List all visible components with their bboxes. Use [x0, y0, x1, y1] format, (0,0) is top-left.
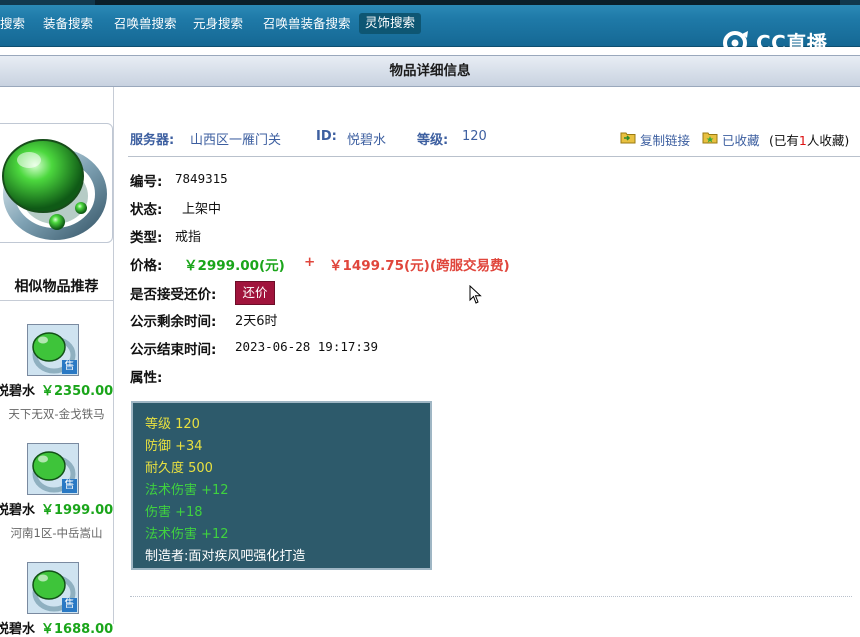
similar-item-icon[interactable]: 售	[27, 324, 79, 376]
similar-item-icon[interactable]: 售	[27, 443, 79, 495]
jade-ring-icon	[2, 139, 107, 240]
server-value: 山西区一雁门关	[190, 133, 282, 148]
attributes-box: 等级 120 防御 +34 耐久度 500 法术伤害 +12 伤害 +18 法术…	[131, 401, 432, 570]
id-value: 悦碧水	[347, 133, 387, 148]
nav-search[interactable]: 搜索	[0, 14, 25, 34]
section-title: 物品详细信息	[0, 55, 860, 87]
mouse-cursor-icon	[469, 285, 482, 304]
end-time-label: 公示结束时间:	[130, 342, 217, 358]
fav-number: 1	[798, 133, 807, 148]
for-sale-badge: 售	[62, 598, 77, 612]
similar-item-price: ￥2350.00	[41, 384, 114, 399]
nav-summon-equipment-search[interactable]: 召唤兽装备搜索	[263, 14, 351, 34]
top-nav-bar: 搜索 装备搜索 召唤兽搜索 元身搜索 召唤兽装备搜索 灵饰搜索 CC直播	[0, 0, 860, 55]
for-sale-badge: 售	[62, 360, 77, 374]
nav-equipment-search[interactable]: 装备搜索	[43, 14, 93, 34]
similar-separator	[0, 300, 113, 301]
copy-link[interactable]: 复制链接	[640, 130, 690, 149]
nav-accessory-search[interactable]: 灵饰搜索	[359, 13, 422, 34]
bargain-button[interactable]: 还价	[235, 281, 275, 305]
top-strip-dark	[95, 0, 840, 5]
attr-line: 等级 120	[145, 417, 200, 432]
price-label: 价格:	[130, 258, 163, 274]
server-label: 服务器:	[130, 133, 175, 148]
copy-link-icon[interactable]	[620, 130, 636, 144]
number-value: 7849315	[175, 171, 228, 186]
attr-line: 法术伤害 +12	[145, 527, 229, 542]
attr-line: 制造者:面对疾风吧强化打造	[145, 549, 306, 564]
nav-summon-search[interactable]: 召唤兽搜索	[114, 14, 177, 34]
top-strip	[0, 0, 860, 5]
attr-line: 防御 +34	[145, 439, 203, 454]
remaining-time-label: 公示剩余时间:	[130, 314, 217, 330]
type-label: 类型:	[130, 230, 163, 246]
type-value: 戒指	[175, 230, 202, 245]
end-time-value: 2023-06-28 19:17:39	[235, 339, 378, 354]
fav-prefix: (已有	[769, 133, 799, 148]
similar-item-icon[interactable]: 售	[27, 562, 79, 614]
price-cross-server-fee: ￥1499.75(元)(跨服交易费)	[329, 258, 510, 274]
price-plus: +	[304, 254, 316, 270]
bargain-label: 是否接受还价:	[130, 287, 217, 303]
for-sale-badge: 售	[62, 479, 77, 493]
cc-logo-icon	[723, 31, 748, 55]
similar-item-name[interactable]: 悦碧水	[0, 618, 35, 637]
item-image	[0, 123, 113, 243]
level-label: 等级:	[417, 133, 449, 148]
header-divider	[128, 156, 860, 157]
remaining-time-value: 2天6时	[235, 314, 278, 329]
bottom-divider	[130, 596, 852, 597]
attributes-label: 属性:	[130, 370, 163, 386]
fav-suffix: 人收藏)	[806, 133, 850, 148]
price-main: ￥2999.00(元)	[184, 258, 285, 274]
similar-item-name[interactable]: 悦碧水	[0, 380, 35, 399]
similar-item-server: 河南1区-中岳嵩山	[10, 526, 103, 540]
similar-item-server: 天下无双-金戈铁马	[8, 407, 105, 421]
favorited-link[interactable]: 已收藏	[722, 130, 760, 149]
status-value: 上架中	[182, 202, 222, 217]
left-sidebar: 相似物品推荐 售 悦碧水 ￥2350.00 天下无双-金戈铁马 售 悦碧水 ￥1…	[0, 87, 114, 637]
status-label: 状态:	[130, 202, 163, 218]
attr-line: 伤害 +18	[145, 505, 203, 520]
favorite-count: (已有1人收藏)	[769, 130, 849, 149]
similar-item-price: ￥1999.00	[41, 503, 114, 518]
id-label: ID:	[316, 129, 337, 144]
attr-line: 耐久度 500	[145, 461, 213, 476]
logo-text: CC直播	[756, 31, 828, 55]
favorite-folder-icon[interactable]	[702, 130, 718, 144]
similar-item-price: ￥1688.00	[41, 622, 114, 637]
attr-line: 法术伤害 +12	[145, 483, 229, 498]
nav-yuanshen-search[interactable]: 元身搜索	[193, 14, 243, 34]
level-value: 120	[462, 129, 487, 144]
similar-item-name[interactable]: 悦碧水	[0, 499, 35, 518]
number-label: 编号:	[130, 174, 163, 190]
similar-items-title: 相似物品推荐	[14, 279, 99, 295]
